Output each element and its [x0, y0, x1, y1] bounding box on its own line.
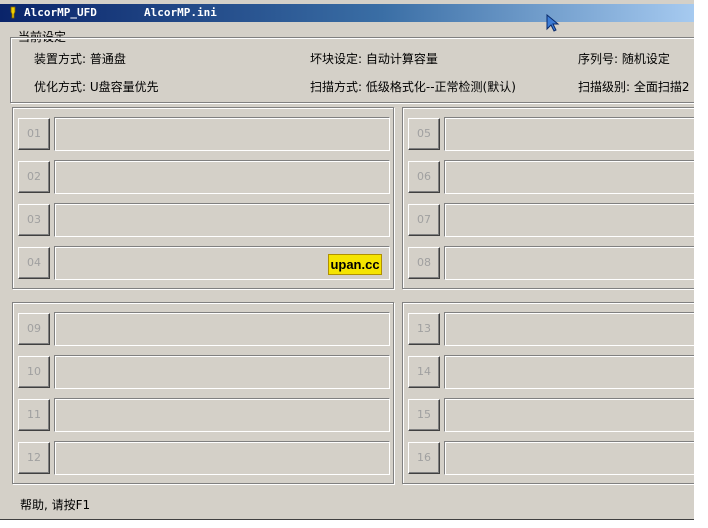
- port-status-field-16: [444, 441, 708, 475]
- title-bar[interactable]: AlcorMP_UFD AlcorMP.ini: [0, 4, 694, 22]
- port-status-field-15: [444, 398, 708, 432]
- port-button-13[interactable]: 13: [408, 313, 440, 345]
- port-button-08[interactable]: 08: [408, 247, 440, 279]
- setting-device-mode: 装置方式: 普通盘: [34, 52, 126, 66]
- desktop-edge-bottom: [0, 520, 708, 528]
- port-status-field-02: [54, 160, 390, 194]
- port-button-02[interactable]: 02: [18, 161, 50, 193]
- port-button-12[interactable]: 12: [18, 442, 50, 474]
- setting-serial: 序列号: 随机设定: [578, 52, 670, 66]
- port-status-field-09: [54, 312, 390, 346]
- port-button-04[interactable]: 04: [18, 247, 50, 279]
- mouse-cursor-icon: [546, 14, 560, 32]
- port-status-field-07: [444, 203, 708, 237]
- port-button-11[interactable]: 11: [18, 399, 50, 431]
- port-button-15[interactable]: 15: [408, 399, 440, 431]
- port-status-field-03: [54, 203, 390, 237]
- upan-watermark: upan.cc: [328, 254, 382, 275]
- setting-scan-mode: 扫描方式: 低级格式化--正常检测(默认): [310, 80, 516, 94]
- app-icon: [10, 6, 16, 19]
- help-status-text: 帮助, 请按F1: [20, 498, 91, 512]
- port-button-10[interactable]: 10: [18, 356, 50, 388]
- port-status-field-06: [444, 160, 708, 194]
- port-button-07[interactable]: 07: [408, 204, 440, 236]
- desktop-edge-right: [694, 0, 708, 528]
- port-status-field-05: [444, 117, 708, 151]
- alcormp-window: AlcorMP_UFD AlcorMP.ini 当前设定 装置方式: 普通盘 坏…: [0, 0, 708, 528]
- port-button-03[interactable]: 03: [18, 204, 50, 236]
- port-button-14[interactable]: 14: [408, 356, 440, 388]
- title-app-name: AlcorMP_UFD: [24, 6, 97, 19]
- port-button-09[interactable]: 09: [18, 313, 50, 345]
- port-status-field-01: [54, 117, 390, 151]
- port-status-field-13: [444, 312, 708, 346]
- port-status-field-08: [444, 246, 708, 280]
- port-status-field-10: [54, 355, 390, 389]
- setting-optimize: 优化方式: U盘容量优先: [34, 80, 159, 94]
- port-status-field-11: [54, 398, 390, 432]
- port-button-06[interactable]: 06: [408, 161, 440, 193]
- setting-bad-block: 坏块设定: 自动计算容量: [310, 52, 438, 66]
- title-config-file: AlcorMP.ini: [144, 6, 217, 19]
- port-status-field-12: [54, 441, 390, 475]
- setting-scan-level: 扫描级别: 全面扫描2 (: [578, 80, 698, 94]
- port-button-16[interactable]: 16: [408, 442, 440, 474]
- port-status-field-14: [444, 355, 708, 389]
- port-button-01[interactable]: 01: [18, 118, 50, 150]
- port-button-05[interactable]: 05: [408, 118, 440, 150]
